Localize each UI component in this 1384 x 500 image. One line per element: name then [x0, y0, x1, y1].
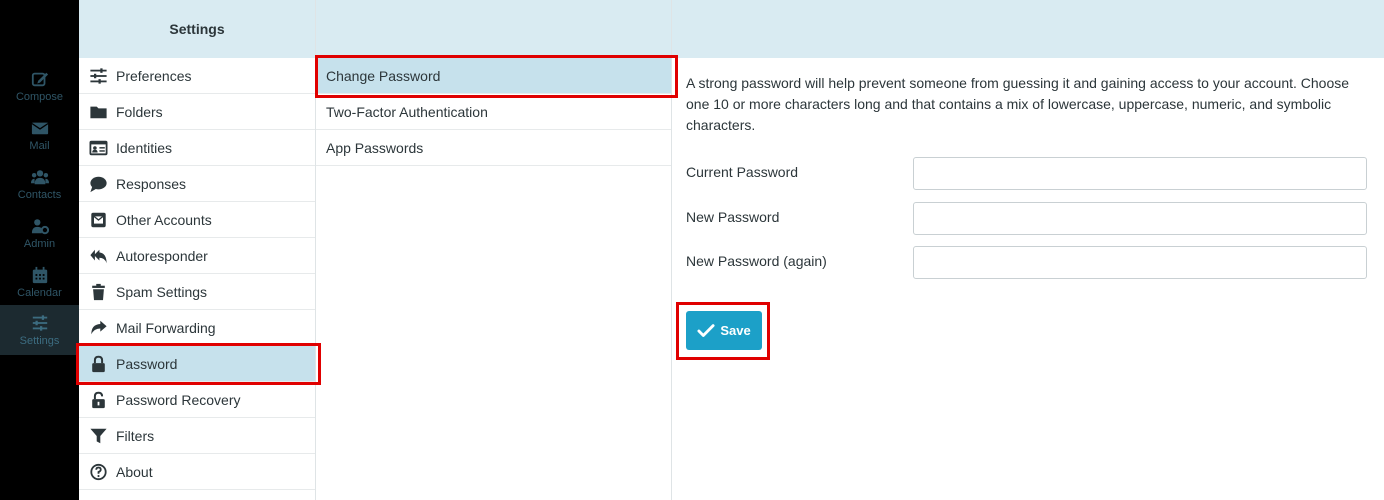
section-app-passwords[interactable]: App Passwords: [316, 130, 671, 166]
share-arrow-icon: [91, 320, 107, 334]
change-password-panel: A strong password will help prevent some…: [672, 0, 1384, 500]
new-password-label: New Password: [686, 209, 780, 225]
section-item-label: Change Password: [326, 67, 441, 84]
save-button-label: Save: [720, 323, 751, 338]
nav-mail-label: Mail: [29, 140, 50, 152]
settings-item-label: About: [116, 463, 153, 480]
settings-item-preferences[interactable]: Preferences: [79, 58, 315, 94]
settings-item-label: Spam Settings: [116, 283, 208, 300]
nav-contacts[interactable]: Contacts: [0, 161, 79, 210]
settings-item-label: Mail Forwarding: [116, 319, 216, 336]
filter-icon: [90, 428, 107, 443]
settings-item-autoresponder[interactable]: Autoresponder: [79, 238, 315, 274]
settings-item-label: Folders: [116, 103, 163, 120]
settings-item-label: Responses: [116, 175, 187, 192]
section-change-password[interactable]: Change Password: [316, 58, 671, 94]
settings-item-label: Password Recovery: [116, 391, 241, 408]
nav-admin-label: Admin: [23, 238, 56, 250]
current-password-input[interactable]: [913, 157, 1367, 190]
new-password-input[interactable]: [913, 202, 1367, 235]
settings-item-password[interactable]: Password: [79, 346, 315, 382]
settings-item-password-recovery[interactable]: Password Recovery: [79, 382, 315, 418]
new-password-again-input[interactable]: [913, 246, 1367, 279]
compose-icon: [31, 72, 48, 87]
current-password-label: Current Password: [686, 164, 799, 180]
settings-item-filters[interactable]: Filters: [79, 418, 315, 454]
envelope-square-icon: [91, 212, 106, 227]
contacts-icon: [30, 170, 49, 185]
nav-compose-label: Compose: [15, 91, 64, 103]
content-header: [672, 0, 1384, 58]
trash-icon: [92, 283, 105, 300]
mail-icon: [31, 122, 48, 135]
password-sections-list: Change Password Two-Factor Authenticatio…: [316, 0, 672, 500]
admin-icon: [31, 219, 49, 235]
section-two-factor-authentication[interactable]: Two-Factor Authentication: [316, 94, 671, 130]
section-item-label: App Passwords: [326, 139, 424, 156]
settings-item-label: Preferences: [116, 67, 192, 84]
settings-item-label: Autoresponder: [116, 247, 208, 264]
sliders-icon: [90, 67, 107, 84]
settings-item-spam-settings[interactable]: Spam Settings: [79, 274, 315, 310]
settings-header: Settings: [79, 0, 315, 58]
settings-item-mail-forwarding[interactable]: Mail Forwarding: [79, 310, 315, 346]
settings-item-about[interactable]: About: [79, 454, 315, 490]
settings-list: Settings Preferences Folders Identities …: [79, 0, 316, 500]
settings-item-other-accounts[interactable]: Other Accounts: [79, 202, 315, 238]
id-card-icon: [89, 140, 108, 155]
nav-settings[interactable]: Settings: [0, 305, 79, 355]
speech-bubble-icon: [90, 176, 107, 192]
new-password-again-label: New Password (again): [686, 253, 827, 269]
nav-mail[interactable]: Mail: [0, 112, 79, 161]
nav-settings-label: Settings: [19, 335, 60, 347]
settings-title: Settings: [169, 21, 225, 37]
section-item-label: Two-Factor Authentication: [326, 103, 488, 120]
settings-item-label: Password: [116, 355, 178, 372]
lock-icon: [92, 355, 105, 372]
checkmark-icon: [697, 323, 715, 337]
calendar-icon: [32, 266, 47, 284]
settings-item-label: Identities: [116, 139, 173, 156]
nav-calendar[interactable]: Calendar: [0, 259, 79, 308]
password-description: A strong password will help prevent some…: [686, 75, 1350, 133]
nav-calendar-label: Calendar: [17, 287, 62, 299]
nav-contacts-label: Contacts: [17, 189, 62, 201]
question-circle-icon: [90, 463, 107, 480]
nav-compose[interactable]: Compose: [0, 63, 79, 112]
sliders-icon: [32, 315, 47, 331]
nav-admin[interactable]: Admin: [0, 210, 79, 259]
folder-icon: [90, 106, 107, 118]
settings-item-folders[interactable]: Folders: [79, 94, 315, 130]
main-nav: Compose Mail Contacts Admin Calendar Set…: [0, 0, 79, 500]
settings-item-identities[interactable]: Identities: [79, 130, 315, 166]
save-button[interactable]: Save: [686, 311, 762, 350]
sections-header: [316, 0, 671, 58]
unlock-icon: [92, 391, 105, 408]
settings-item-label: Filters: [116, 427, 155, 444]
reply-all-icon: [90, 249, 107, 263]
app-window: Compose Mail Contacts Admin Calendar Set…: [0, 0, 1384, 500]
settings-item-label: Other Accounts: [116, 211, 212, 228]
settings-item-responses[interactable]: Responses: [79, 166, 315, 202]
